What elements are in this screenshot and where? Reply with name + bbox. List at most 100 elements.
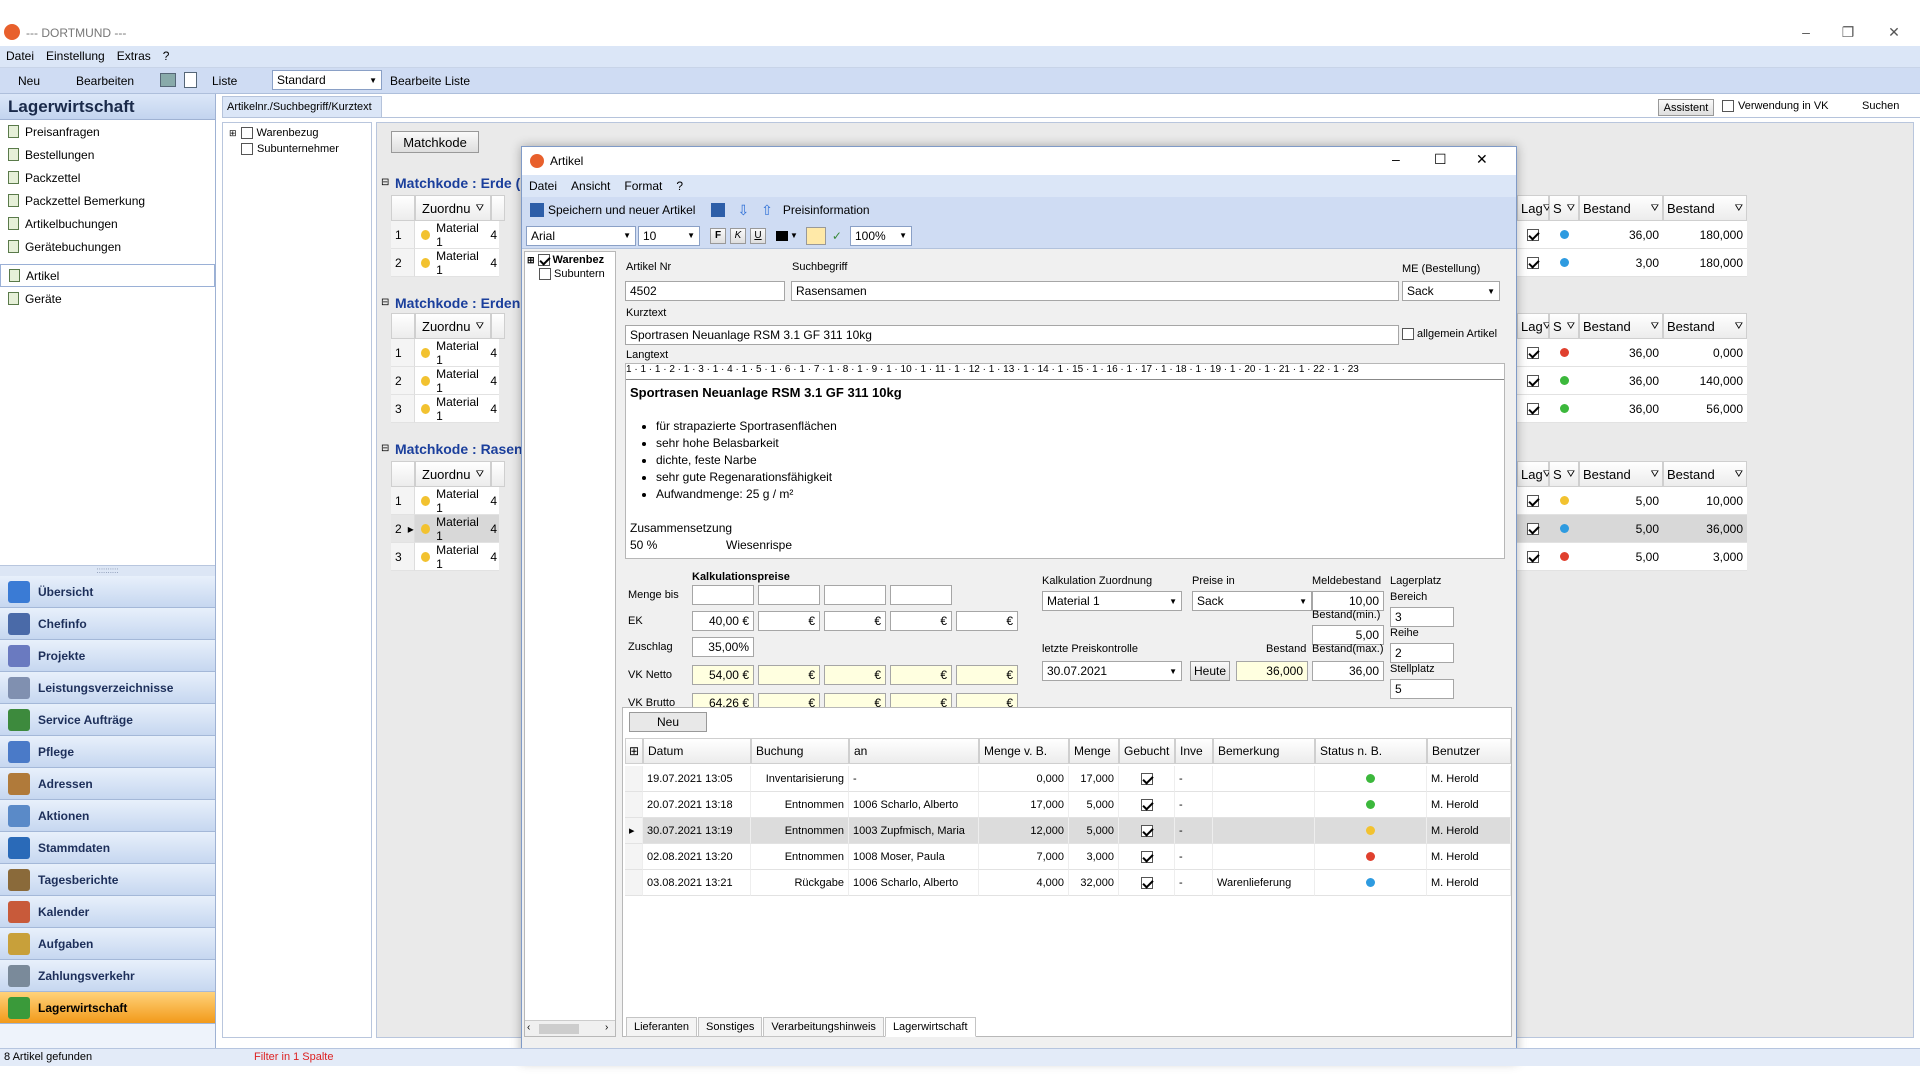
col-header-right[interactable]: Bestand ⛛ <box>1579 195 1663 221</box>
heute-button[interactable]: Heute <box>1190 661 1230 681</box>
menge-bis-field[interactable] <box>824 585 886 605</box>
chevron-down-icon[interactable]: ▼ <box>790 231 798 240</box>
zuschlag-field[interactable]: 35,00% <box>692 637 754 657</box>
nav-item[interactable]: Übersicht <box>0 576 215 608</box>
row-indicator[interactable] <box>625 792 643 818</box>
collapse-icon[interactable]: ⊟ <box>381 443 389 454</box>
dialog-tab[interactable]: Lagerwirtschaft <box>884 1017 976 1037</box>
scroll-left-icon[interactable]: ‹ <box>527 1022 530 1033</box>
kalkulation-combo[interactable]: Material 1 ▼ <box>1042 591 1182 611</box>
filter-icon[interactable]: ⛛ <box>476 321 484 332</box>
menge-bis-field[interactable] <box>692 585 754 605</box>
edit-button[interactable]: Bearbeiten <box>68 70 142 92</box>
save-disk-icon[interactable] <box>711 203 726 217</box>
nav-item[interactable]: Service Aufträge <box>0 704 215 736</box>
table-row[interactable]: Material 1 4 <box>415 339 499 367</box>
langtext-editor[interactable]: 1 · 1 · 1 · 2 · 1 · 3 · 1 · 4 · 1 · 5 · … <box>625 363 1505 559</box>
use-in-vk-option[interactable]: Verwendung in VK <box>1722 100 1829 112</box>
print-icon[interactable] <box>160 73 176 87</box>
assistant-button[interactable]: Assistent <box>1658 99 1714 116</box>
filter-icon[interactable]: ⛛ <box>1735 469 1743 480</box>
bestand-max-field[interactable]: 36,00 <box>1312 661 1384 681</box>
allgemein-checkbox[interactable] <box>1402 328 1414 340</box>
letzte-preiskontrolle-combo[interactable]: 30.07.2021 ▼ <box>1042 661 1182 681</box>
row-indicator[interactable]: ▸ <box>625 818 643 844</box>
me-combo[interactable]: Sack ▼ <box>1402 281 1500 301</box>
splitter-handle[interactable]: :::::::::: <box>0 566 215 576</box>
booking-cell[interactable] <box>1119 818 1175 844</box>
dialog-maximize-button[interactable]: ☐ <box>1434 151 1447 168</box>
booking-cell[interactable] <box>1119 870 1175 896</box>
col-header[interactable]: Menge <box>1069 738 1119 764</box>
nav-item[interactable]: Kalender <box>0 896 215 928</box>
scroll-thumb[interactable] <box>539 1024 579 1034</box>
stellplatz-field[interactable]: 5 <box>1390 679 1454 699</box>
tree-item[interactable]: Geräte <box>0 287 215 310</box>
col-header[interactable]: Buchung <box>751 738 849 764</box>
col-header-right[interactable]: Lag ⛛ <box>1517 461 1551 487</box>
lag-checkbox[interactable] <box>1527 346 1539 359</box>
collapse-icon[interactable]: ⊟ <box>381 177 389 188</box>
allgemein-option[interactable]: allgemein Artikel <box>1402 328 1497 340</box>
table-icon[interactable] <box>805 226 826 245</box>
col-header[interactable]: Datum <box>643 738 751 764</box>
ek-field[interactable]: € <box>890 611 952 631</box>
zoom-combo[interactable]: 100% ▼ <box>849 225 912 246</box>
col-header[interactable]: Benutzer <box>1427 738 1511 764</box>
lag-cell[interactable] <box>1517 543 1549 571</box>
row-number[interactable]: 2 ▸ <box>391 515 415 543</box>
nav-item[interactable]: Aufgaben <box>0 928 215 960</box>
lag-cell[interactable] <box>1517 515 1549 543</box>
nav-item[interactable]: Adressen <box>0 768 215 800</box>
collapse-icon[interactable]: ⊟ <box>381 297 389 308</box>
col-header-right[interactable]: Lag ⛛ <box>1517 195 1551 221</box>
table-row[interactable]: Material 1 4 <box>415 221 499 249</box>
column-chooser-icon[interactable]: ⊞ <box>625 738 643 764</box>
col-header-zuordnung[interactable]: Zuordnu ⛛ <box>415 461 491 487</box>
row-number[interactable]: 3 <box>391 395 415 423</box>
save-new-button[interactable]: Speichern und neuer Artikel <box>548 203 695 217</box>
gebucht-checkbox[interactable] <box>1140 772 1153 785</box>
tree-item[interactable]: Preisanfragen <box>0 120 215 143</box>
table-row[interactable]: Material 1 4 <box>415 367 499 395</box>
lag-checkbox[interactable] <box>1527 550 1539 563</box>
bestand-min-field[interactable]: 5,00 <box>1312 625 1384 645</box>
tree-item-subunternehmer[interactable]: Subunternehmer <box>223 143 371 155</box>
italic-button[interactable]: K <box>730 227 746 244</box>
ek-field[interactable]: 40,00 € <box>692 611 754 631</box>
gebucht-checkbox[interactable] <box>1140 876 1153 889</box>
kurztext-field[interactable]: Sportrasen Neuanlage RSM 3.1 GF 311 10kg <box>625 325 1399 345</box>
filter-icon[interactable]: ⛛ <box>1567 203 1575 214</box>
col-header-right[interactable]: S ⛛ <box>1549 195 1579 221</box>
col-header-right[interactable]: S ⛛ <box>1549 461 1579 487</box>
artikel-nr-field[interactable]: 4502 <box>625 281 785 301</box>
dialog-tree-item-subunternehmer[interactable]: Subuntern <box>525 268 615 280</box>
col-header[interactable]: Bemerkung <box>1213 738 1315 764</box>
col-header-right[interactable]: S ⛛ <box>1549 313 1579 339</box>
nav-item[interactable]: Tagesberichte <box>0 864 215 896</box>
booking-cell[interactable] <box>1119 792 1175 818</box>
col-header-right[interactable]: Bestand ⛛ <box>1663 195 1747 221</box>
tree-item[interactable]: Bestellungen <box>0 143 215 166</box>
gebucht-checkbox[interactable] <box>1140 850 1153 863</box>
lag-checkbox[interactable] <box>1527 256 1539 269</box>
search-input[interactable] <box>382 97 1582 117</box>
gebucht-checkbox[interactable] <box>1140 824 1153 837</box>
filter-icon[interactable]: ⛛ <box>1567 321 1575 332</box>
nav-item[interactable]: Aktionen <box>0 800 215 832</box>
tree-checkbox[interactable] <box>240 127 253 139</box>
nav-item[interactable]: Zahlungsverkehr <box>0 960 215 992</box>
dialog-menu-ansicht[interactable]: Ansicht <box>564 179 617 193</box>
lag-cell[interactable] <box>1517 395 1549 423</box>
price-info-button[interactable]: Preisinformation <box>783 203 870 217</box>
col-header[interactable]: Status n. B. <box>1315 738 1427 764</box>
dialog-tree-item-warenbezug[interactable]: ⊞ Warenbez <box>525 252 615 268</box>
filter-icon[interactable]: ⛛ <box>1651 203 1659 214</box>
nav-item[interactable]: Projekte <box>0 640 215 672</box>
dialog-menu-datei[interactable]: Datei <box>522 179 564 193</box>
meldebestand-field[interactable]: 10,00 <box>1312 591 1384 611</box>
bereich-field[interactable]: 3 <box>1390 607 1454 627</box>
row-indicator[interactable] <box>625 844 643 870</box>
arrow-up-icon[interactable]: ⇧ <box>761 202 773 219</box>
tree-item-warenbezug[interactable]: ⊞ Warenbezug <box>223 123 371 143</box>
